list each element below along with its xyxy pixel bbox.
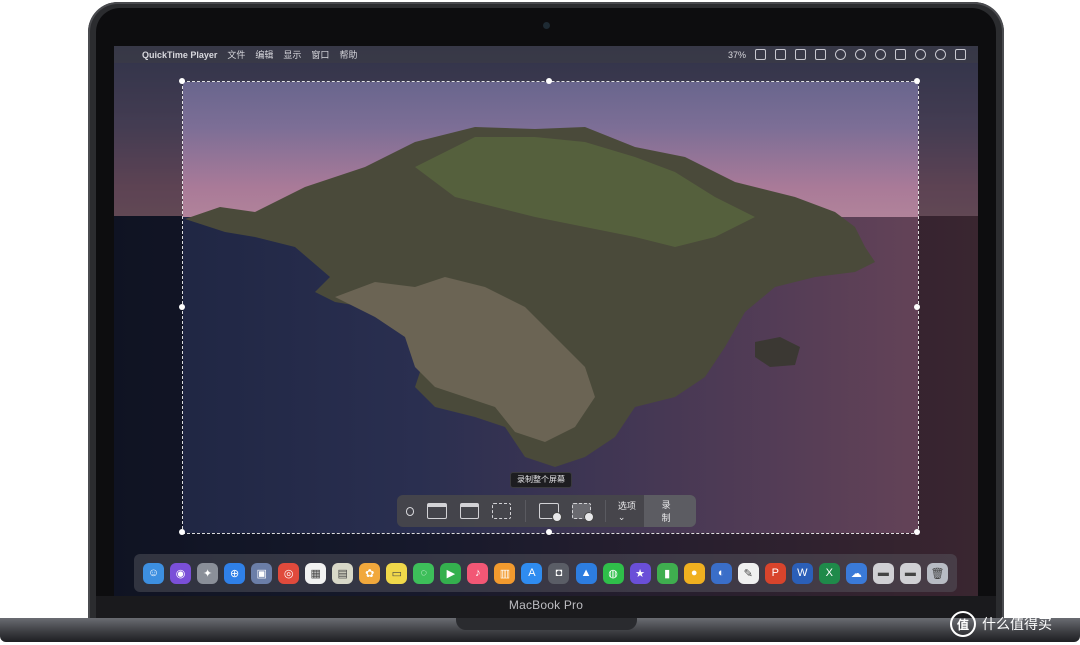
- mac-screen: QuickTime Player 文件 编辑 显示 窗口 帮助 37% 录制整个…: [114, 46, 978, 596]
- screenshot-icon[interactable]: ◘: [548, 562, 570, 584]
- status-app-icon[interactable]: [755, 49, 766, 60]
- selection-handle-bottom[interactable]: [546, 529, 552, 535]
- word-icon[interactable]: W: [791, 562, 813, 584]
- laptop-notch: [456, 618, 637, 630]
- trash-icon[interactable]: 🗑: [926, 562, 948, 584]
- music-icon[interactable]: ♪: [467, 562, 489, 584]
- menu-help[interactable]: 帮助: [339, 48, 357, 61]
- keynote-icon[interactable]: ▲: [575, 562, 597, 584]
- powerpoint-icon[interactable]: P: [764, 562, 786, 584]
- menu-bar: QuickTime Player 文件 编辑 显示 窗口 帮助 37%: [114, 46, 978, 63]
- tooltip-record-entire-screen: 录制整个屏幕: [510, 472, 572, 488]
- record-selection-button[interactable]: [571, 503, 595, 522]
- input-method-icon[interactable]: [895, 49, 906, 60]
- dock: ☺ ◉ ✦ ⊕ ▣ ◎ ▦ ▤ ✿ ▭ ◌ ▶ ♪ ▥ A ◘ ▲ ◍ ★ ▮ ● ◐ ✎ P W X ☁ ▬ ▬ 🗑: [134, 554, 957, 592]
- selection-handle-left[interactable]: [179, 304, 185, 310]
- safari-icon[interactable]: ⊕: [224, 562, 246, 584]
- capture-entire-screen-button[interactable]: [427, 503, 447, 519]
- excel-icon[interactable]: X: [818, 562, 840, 584]
- menu-view[interactable]: 显示: [283, 48, 301, 61]
- wifi-icon[interactable]: [855, 49, 866, 60]
- photos-icon[interactable]: ✿: [359, 562, 381, 584]
- watermark-logo: 值: [950, 611, 976, 637]
- app-menu[interactable]: QuickTime Player: [142, 50, 217, 60]
- imovie-icon[interactable]: ★: [629, 562, 651, 584]
- selection-handle-top-right[interactable]: [914, 78, 920, 84]
- notes-icon[interactable]: ▤: [332, 562, 354, 584]
- downloads-stack-icon[interactable]: ▬: [872, 562, 894, 584]
- menu-window[interactable]: 窗口: [311, 48, 329, 61]
- facetime-icon[interactable]: ▶: [440, 562, 462, 584]
- cloud-app-icon[interactable]: ☁: [845, 562, 867, 584]
- wechat-icon[interactable]: ◍: [602, 562, 624, 584]
- search-icon[interactable]: [915, 49, 926, 60]
- laptop-brand-label: MacBook Pro: [508, 598, 584, 612]
- siri-menu-icon[interactable]: [935, 49, 946, 60]
- launchpad-icon[interactable]: ✦: [197, 562, 219, 584]
- volume-icon[interactable]: [875, 49, 886, 60]
- record-button[interactable]: 录制: [643, 495, 696, 527]
- record-entire-screen-button[interactable]: [539, 503, 562, 522]
- options-dropdown[interactable]: 选项 ⌄: [618, 499, 644, 523]
- stickies-icon[interactable]: ▭: [386, 562, 408, 584]
- selection-handle-right[interactable]: [914, 304, 920, 310]
- status-app-icon[interactable]: [795, 49, 806, 60]
- selection-handle-top-left[interactable]: [179, 78, 185, 84]
- capture-selection-button[interactable]: [492, 503, 512, 519]
- toolbar-divider: [525, 500, 527, 522]
- status-app-icon[interactable]: [815, 49, 826, 60]
- finder-icon[interactable]: ☺: [143, 562, 165, 584]
- chevron-down-icon: ⌄: [617, 512, 626, 522]
- status-text: 37%: [727, 49, 746, 60]
- chrome-icon[interactable]: ◎: [278, 562, 300, 584]
- notification-center-icon[interactable]: [955, 49, 966, 60]
- quicktime-icon[interactable]: ◐: [710, 562, 732, 584]
- selection-handle-top[interactable]: [546, 78, 552, 84]
- close-toolbar-icon[interactable]: [406, 506, 415, 516]
- siri-icon[interactable]: ◉: [170, 562, 192, 584]
- books-icon[interactable]: ▥: [494, 562, 516, 584]
- app-store-icon[interactable]: A: [521, 562, 543, 584]
- numbers-icon[interactable]: ▮: [656, 562, 678, 584]
- menu-file[interactable]: 文件: [227, 48, 245, 61]
- screenshot-toolbar: 选项 ⌄ 录制: [397, 495, 696, 527]
- pages-icon[interactable]: ✎: [737, 562, 759, 584]
- selection-handle-bottom-left[interactable]: [179, 529, 185, 535]
- selection-handle-bottom-right[interactable]: [914, 529, 920, 535]
- status-app-icon[interactable]: [775, 49, 786, 60]
- menu-edit[interactable]: 编辑: [255, 48, 273, 61]
- toolbar-divider: [605, 500, 606, 522]
- watermark: 值 什么值得买: [950, 611, 1052, 637]
- documents-stack-icon[interactable]: ▬: [899, 562, 921, 584]
- capture-selection-area[interactable]: [182, 81, 919, 534]
- watermark-text: 什么值得买: [982, 616, 1052, 632]
- status-area: 37%: [728, 49, 966, 60]
- camera-icon: [543, 22, 550, 29]
- bluetooth-icon[interactable]: [835, 49, 846, 60]
- options-label: 选项: [617, 501, 636, 511]
- capture-window-button[interactable]: [459, 503, 480, 519]
- photos-viewer-icon[interactable]: ▣: [251, 562, 273, 584]
- calendar-icon[interactable]: ▦: [305, 562, 327, 584]
- sun-app-icon[interactable]: ●: [683, 562, 705, 584]
- messages-icon[interactable]: ◌: [413, 562, 435, 584]
